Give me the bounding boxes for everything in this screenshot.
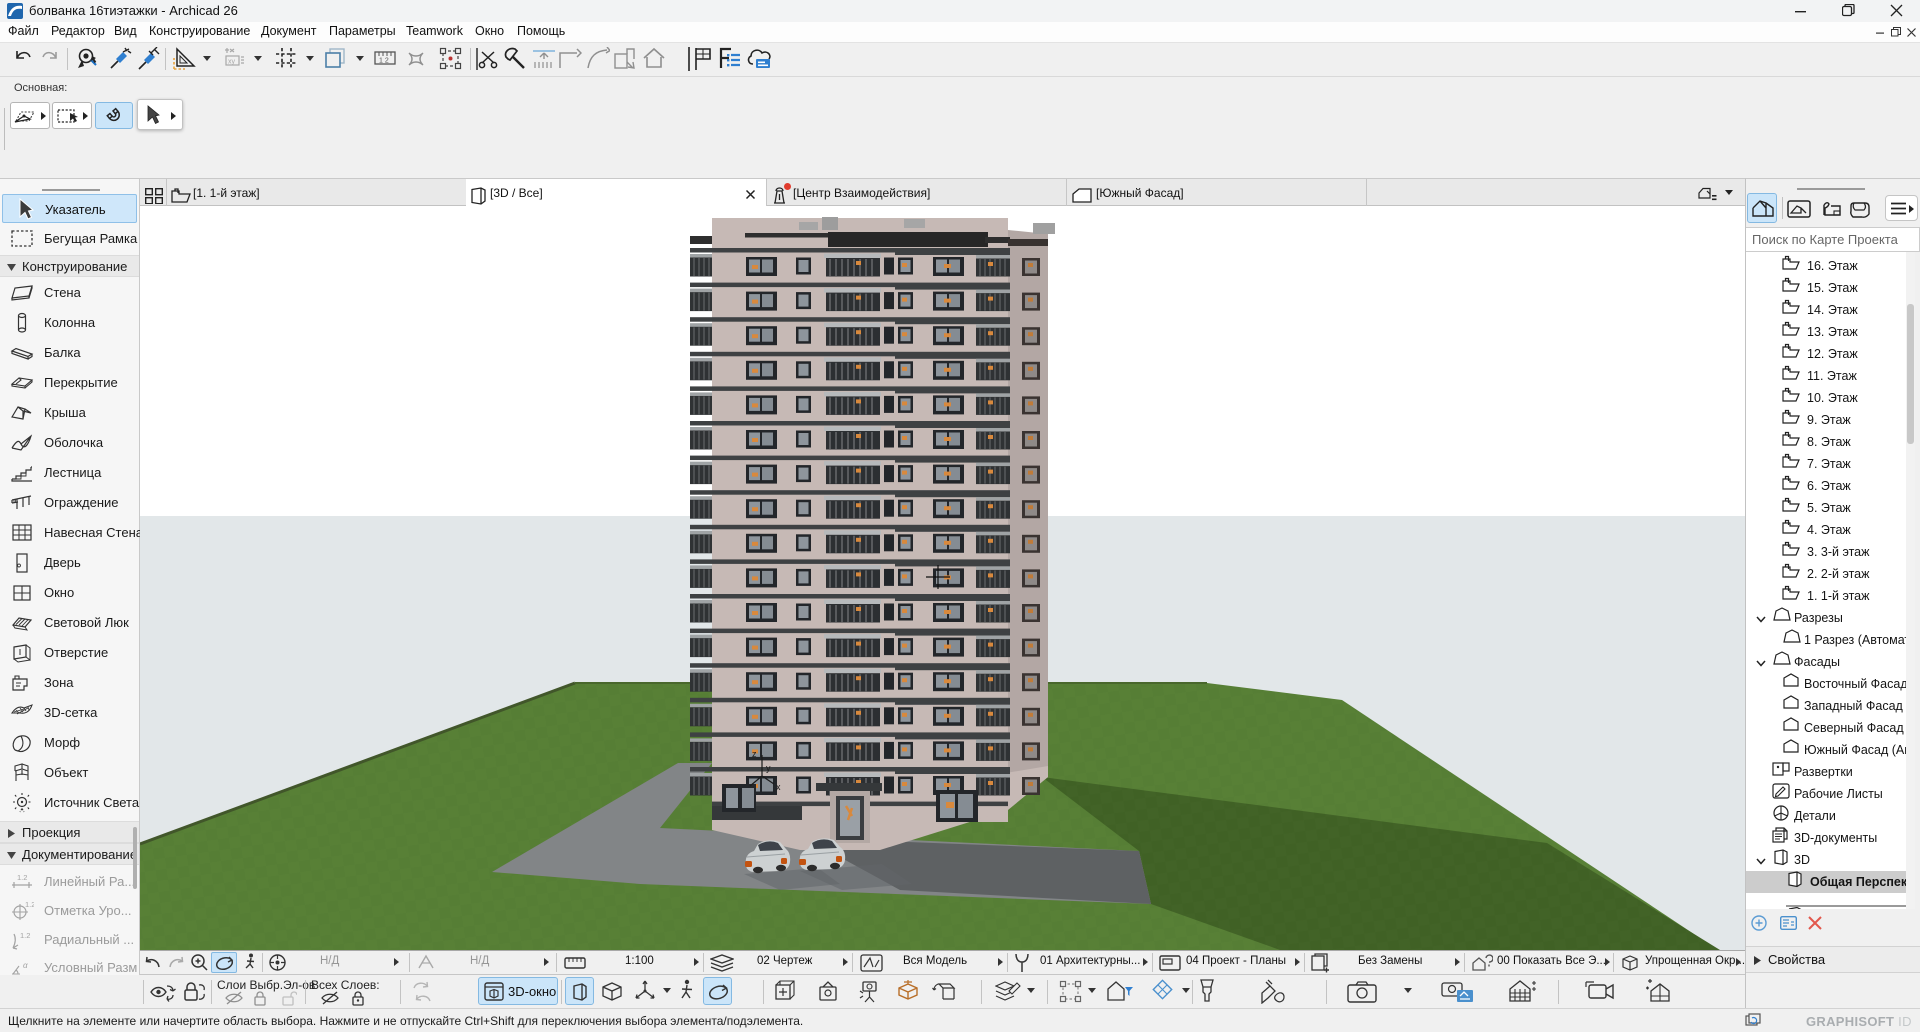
svg-text:z: z bbox=[752, 749, 757, 759]
svg-text:xy: xy bbox=[228, 59, 236, 66]
svg-text:1.2: 1.2 bbox=[25, 900, 34, 909]
svg-text:1.2: 1.2 bbox=[17, 873, 27, 882]
svg-text:α: α bbox=[23, 961, 28, 970]
svg-text:1.2: 1.2 bbox=[20, 931, 30, 940]
svg-text:1 2: 1 2 bbox=[379, 58, 389, 65]
svg-text:y: y bbox=[766, 763, 771, 773]
svg-text:x: x bbox=[776, 782, 781, 792]
